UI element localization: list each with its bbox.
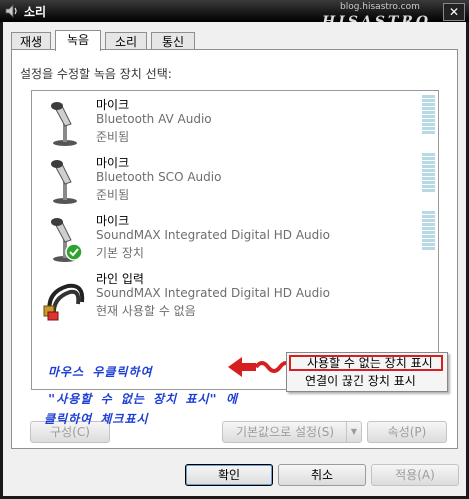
close-button[interactable]: ✕ [443,3,465,21]
tab-sounds[interactable]: 소리 [105,32,147,50]
microphone-icon [51,102,77,146]
ok-button[interactable]: 확인 [185,464,273,486]
device-status: 현재 사용할 수 없음 [96,304,196,318]
level-meter [422,211,435,251]
title-bar[interactable]: 소리 blog.hisastro.com HISASTRO ✕ [0,0,469,30]
set-default-label: 기본값으로 설정(S) [235,425,335,439]
tab-communications[interactable]: 통신 [151,32,195,50]
annotation-line-1: 마우스 우클릭하여 [48,365,153,379]
device-status: 기본 장치 [96,246,144,260]
device-status: 준비됨 [96,130,130,144]
dialog-body: 재생 녹음 소리 통신 설정을 수정할 녹음 장치 선택: 마이크 Blueto… [0,22,469,499]
rca-cable-icon [43,283,85,321]
properties-button[interactable]: 속성(P) [367,421,447,443]
set-default-button[interactable]: 기본값으로 설정(S) ▼ [222,421,362,443]
device-name: 마이크 [96,156,130,170]
device-name: 마이크 [96,214,130,228]
device-item[interactable]: 라인 입력 SoundMAX Integrated Digital HD Aud… [33,267,437,324]
level-meter [422,95,435,135]
instruction-text: 설정을 수정할 녹음 장치 선택: [20,67,172,81]
annotation-line-3: 클릭하여 체크표시 [44,412,149,426]
cancel-button[interactable]: 취소 [278,464,366,486]
menu-item-show-disabled-devices[interactable]: 사용할 수 없는 장치 표시 [289,355,443,371]
device-item[interactable]: 마이크 Bluetooth AV Audio 준비됨 [33,93,437,150]
watermark-url: blog.hisastro.com [340,2,420,12]
device-description: SoundMAX Integrated Digital HD Audio [96,286,330,300]
context-menu: 사용할 수 없는 장치 표시 연결이 끊긴 장치 표시 [286,352,448,392]
speaker-icon [5,4,17,18]
sound-dialog: 소리 blog.hisastro.com HISASTRO ✕ 재생 녹음 소리… [0,0,469,499]
apply-button[interactable]: 적용(A) [371,464,459,486]
tab-recording[interactable]: 녹음 [55,30,101,51]
window-title: 소리 [24,5,47,19]
device-name: 라인 입력 [96,272,144,286]
annotation-line-2: "사용할 수 없는 장치 표시" 에 [48,392,239,406]
menu-item-show-disconnected-devices[interactable]: 연결이 끊긴 장치 표시 [289,373,443,389]
chevron-down-icon[interactable]: ▼ [346,422,361,442]
device-status: 준비됨 [96,188,130,202]
level-meter [422,153,435,193]
default-check-icon [65,243,83,261]
microphone-icon [51,218,83,262]
device-list[interactable]: 마이크 Bluetooth AV Audio 준비됨 마이크 Bluetooth… [31,90,439,390]
tab-playback[interactable]: 재생 [11,32,51,50]
device-description: Bluetooth SCO Audio [96,170,222,184]
device-name: 마이크 [96,98,130,112]
microphone-icon [51,160,77,204]
device-item[interactable]: 마이크 Bluetooth SCO Audio 준비됨 [33,151,437,208]
device-description: Bluetooth AV Audio [96,112,212,126]
device-description: SoundMAX Integrated Digital HD Audio [96,228,330,242]
device-item[interactable]: 마이크 SoundMAX Integrated Digital HD Audio… [33,209,437,266]
